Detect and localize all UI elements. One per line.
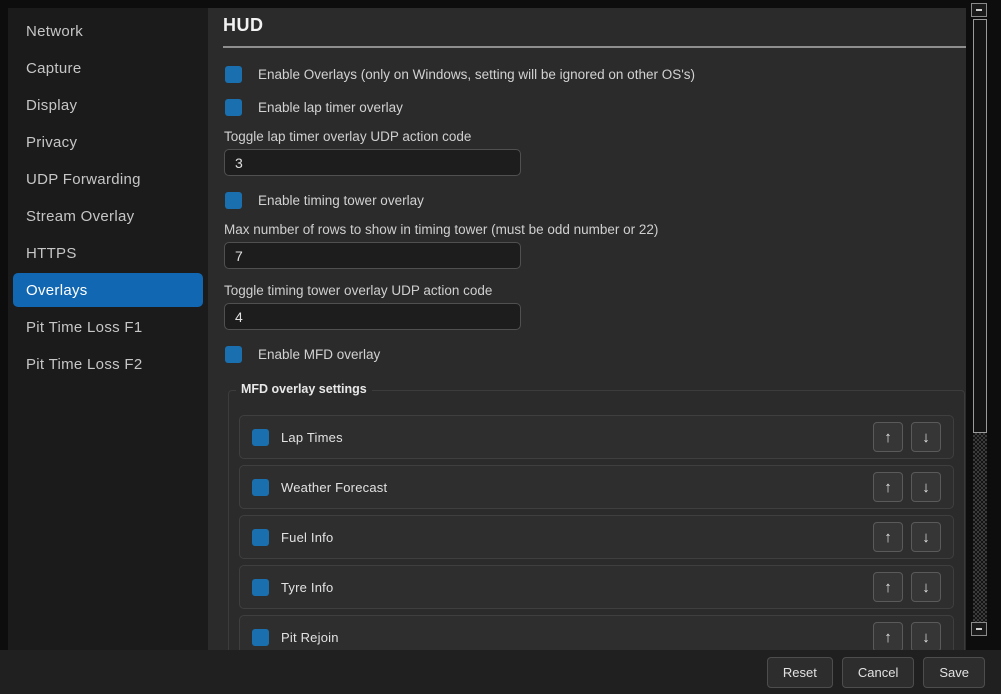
weather-forecast-checkbox[interactable] <box>252 479 269 496</box>
down-arrow-icon: ↓ <box>922 529 930 546</box>
scroll-up-button[interactable] <box>971 3 987 17</box>
up-arrow-icon: ↑ <box>884 629 892 646</box>
mfd-item-pit-rejoin: Pit Rejoin ↑ ↓ <box>239 615 954 650</box>
pit-rejoin-checkbox[interactable] <box>252 629 269 646</box>
scrollbar-track[interactable] <box>973 433 987 622</box>
enable-timing-tower-row: Enable timing tower overlay <box>225 191 424 209</box>
sidebar-item-pit-time-loss-f2[interactable]: Pit Time Loss F2 <box>13 347 203 381</box>
main-panel: HUD Enable Overlays (only on Windows, se… <box>208 8 966 650</box>
fuel-info-label: Fuel Info <box>281 530 333 545</box>
tyre-info-label: Tyre Info <box>281 580 333 595</box>
tyre-info-checkbox[interactable] <box>252 579 269 596</box>
timing-code-label: Toggle timing tower overlay UDP action c… <box>224 283 492 298</box>
pit-rejoin-move-up-button[interactable]: ↑ <box>873 622 903 650</box>
sidebar: Network Capture Display Privacy UDP Forw… <box>8 8 208 650</box>
sidebar-item-display[interactable]: Display <box>13 88 203 122</box>
enable-overlays-label: Enable Overlays (only on Windows, settin… <box>258 67 695 82</box>
weather-forecast-label: Weather Forecast <box>281 480 387 495</box>
enable-timing-tower-label: Enable timing tower overlay <box>258 193 424 208</box>
timing-code-input[interactable] <box>224 303 521 330</box>
enable-mfd-label: Enable MFD overlay <box>258 347 380 362</box>
down-arrow-icon: ↓ <box>922 429 930 446</box>
mfd-item-tyre-info: Tyre Info ↑ ↓ <box>239 565 954 609</box>
tyre-info-move-down-button[interactable]: ↓ <box>911 572 941 602</box>
sidebar-item-https[interactable]: HTTPS <box>13 236 203 270</box>
sidebar-item-udp-forwarding[interactable]: UDP Forwarding <box>13 162 203 196</box>
enable-overlays-row: Enable Overlays (only on Windows, settin… <box>225 65 695 83</box>
sidebar-item-privacy[interactable]: Privacy <box>13 125 203 159</box>
fuel-info-move-up-button[interactable]: ↑ <box>873 522 903 552</box>
lap-times-checkbox[interactable] <box>252 429 269 446</box>
mfd-group-title: MFD overlay settings <box>236 382 372 396</box>
save-button[interactable]: Save <box>923 657 985 688</box>
enable-lap-timer-label: Enable lap timer overlay <box>258 100 403 115</box>
page-title: HUD <box>223 15 264 36</box>
enable-overlays-checkbox[interactable] <box>225 66 242 83</box>
reset-button[interactable]: Reset <box>767 657 833 688</box>
timing-rows-label: Max number of rows to show in timing tow… <box>224 222 658 237</box>
footer-bar: Reset Cancel Save <box>0 650 1001 694</box>
lap-timer-code-label: Toggle lap timer overlay UDP action code <box>224 129 471 144</box>
scrollbar-thumb[interactable] <box>973 19 987 433</box>
lap-times-move-up-button[interactable]: ↑ <box>873 422 903 452</box>
scroll-down-icon <box>976 628 982 630</box>
sidebar-item-overlays[interactable]: Overlays <box>13 273 203 307</box>
enable-mfd-row: Enable MFD overlay <box>225 345 380 363</box>
mfd-item-weather-forecast: Weather Forecast ↑ ↓ <box>239 465 954 509</box>
settings-window: Network Capture Display Privacy UDP Forw… <box>0 0 1001 694</box>
enable-timing-tower-checkbox[interactable] <box>225 192 242 209</box>
down-arrow-icon: ↓ <box>922 479 930 496</box>
weather-forecast-move-up-button[interactable]: ↑ <box>873 472 903 502</box>
scroll-down-button[interactable] <box>971 622 987 636</box>
tyre-info-move-up-button[interactable]: ↑ <box>873 572 903 602</box>
cancel-button[interactable]: Cancel <box>842 657 914 688</box>
mfd-overlay-settings-group: MFD overlay settings Lap Times ↑ ↓ Weath… <box>228 390 965 650</box>
lap-times-label: Lap Times <box>281 430 343 445</box>
sidebar-item-pit-time-loss-f1[interactable]: Pit Time Loss F1 <box>13 310 203 344</box>
down-arrow-icon: ↓ <box>922 579 930 596</box>
enable-lap-timer-row: Enable lap timer overlay <box>225 98 403 116</box>
lap-times-move-down-button[interactable]: ↓ <box>911 422 941 452</box>
up-arrow-icon: ↑ <box>884 429 892 446</box>
timing-rows-input[interactable] <box>224 242 521 269</box>
pit-rejoin-move-down-button[interactable]: ↓ <box>911 622 941 650</box>
up-arrow-icon: ↑ <box>884 529 892 546</box>
sidebar-item-capture[interactable]: Capture <box>13 51 203 85</box>
title-divider <box>223 46 966 48</box>
up-arrow-icon: ↑ <box>884 479 892 496</box>
lap-timer-code-input[interactable] <box>224 149 521 176</box>
fuel-info-checkbox[interactable] <box>252 529 269 546</box>
enable-mfd-checkbox[interactable] <box>225 346 242 363</box>
sidebar-item-stream-overlay[interactable]: Stream Overlay <box>13 199 203 233</box>
up-arrow-icon: ↑ <box>884 579 892 596</box>
scroll-up-icon <box>976 9 982 11</box>
pit-rejoin-label: Pit Rejoin <box>281 630 339 645</box>
enable-lap-timer-checkbox[interactable] <box>225 99 242 116</box>
fuel-info-move-down-button[interactable]: ↓ <box>911 522 941 552</box>
mfd-item-lap-times: Lap Times ↑ ↓ <box>239 415 954 459</box>
down-arrow-icon: ↓ <box>922 629 930 646</box>
sidebar-item-network[interactable]: Network <box>13 14 203 48</box>
mfd-item-fuel-info: Fuel Info ↑ ↓ <box>239 515 954 559</box>
weather-forecast-move-down-button[interactable]: ↓ <box>911 472 941 502</box>
